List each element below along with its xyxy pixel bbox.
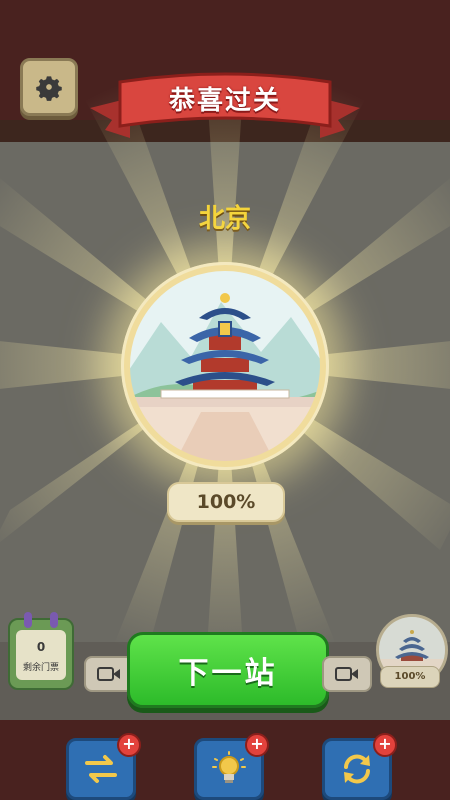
add-hint-badge[interactable]: +	[245, 733, 269, 757]
temple-of-heaven-image	[121, 262, 329, 470]
progress-badge: 100%	[167, 482, 285, 522]
next-city-progress: 100%	[380, 666, 440, 688]
watch-video-button-right[interactable]	[322, 656, 372, 692]
calendar-ring	[50, 612, 58, 628]
hint-tool-button[interactable]: +	[194, 733, 269, 800]
refresh-tool-button[interactable]: +	[322, 733, 397, 800]
lightbulb-icon	[212, 751, 246, 783]
tickets-panel: 0 剩余门票	[16, 630, 66, 680]
refresh-icon	[344, 754, 370, 784]
calendar-ring	[24, 612, 32, 628]
tickets-count: 0	[36, 640, 46, 654]
remaining-tickets: 0 剩余门票	[8, 612, 74, 690]
video-icon	[97, 667, 120, 681]
city-name: 北京	[198, 204, 251, 234]
city-medal	[121, 262, 329, 470]
next-station-button[interactable]: 下一站	[127, 632, 329, 708]
swap-tool-button[interactable]: +	[66, 733, 141, 800]
tickets-label: 剩余门票	[22, 663, 59, 673]
add-refresh-badge[interactable]: +	[373, 733, 397, 757]
swap-icon	[85, 755, 117, 783]
add-swap-badge[interactable]: +	[117, 733, 141, 757]
video-icon	[335, 667, 358, 681]
level-complete-title: 恭喜过关	[168, 86, 281, 116]
